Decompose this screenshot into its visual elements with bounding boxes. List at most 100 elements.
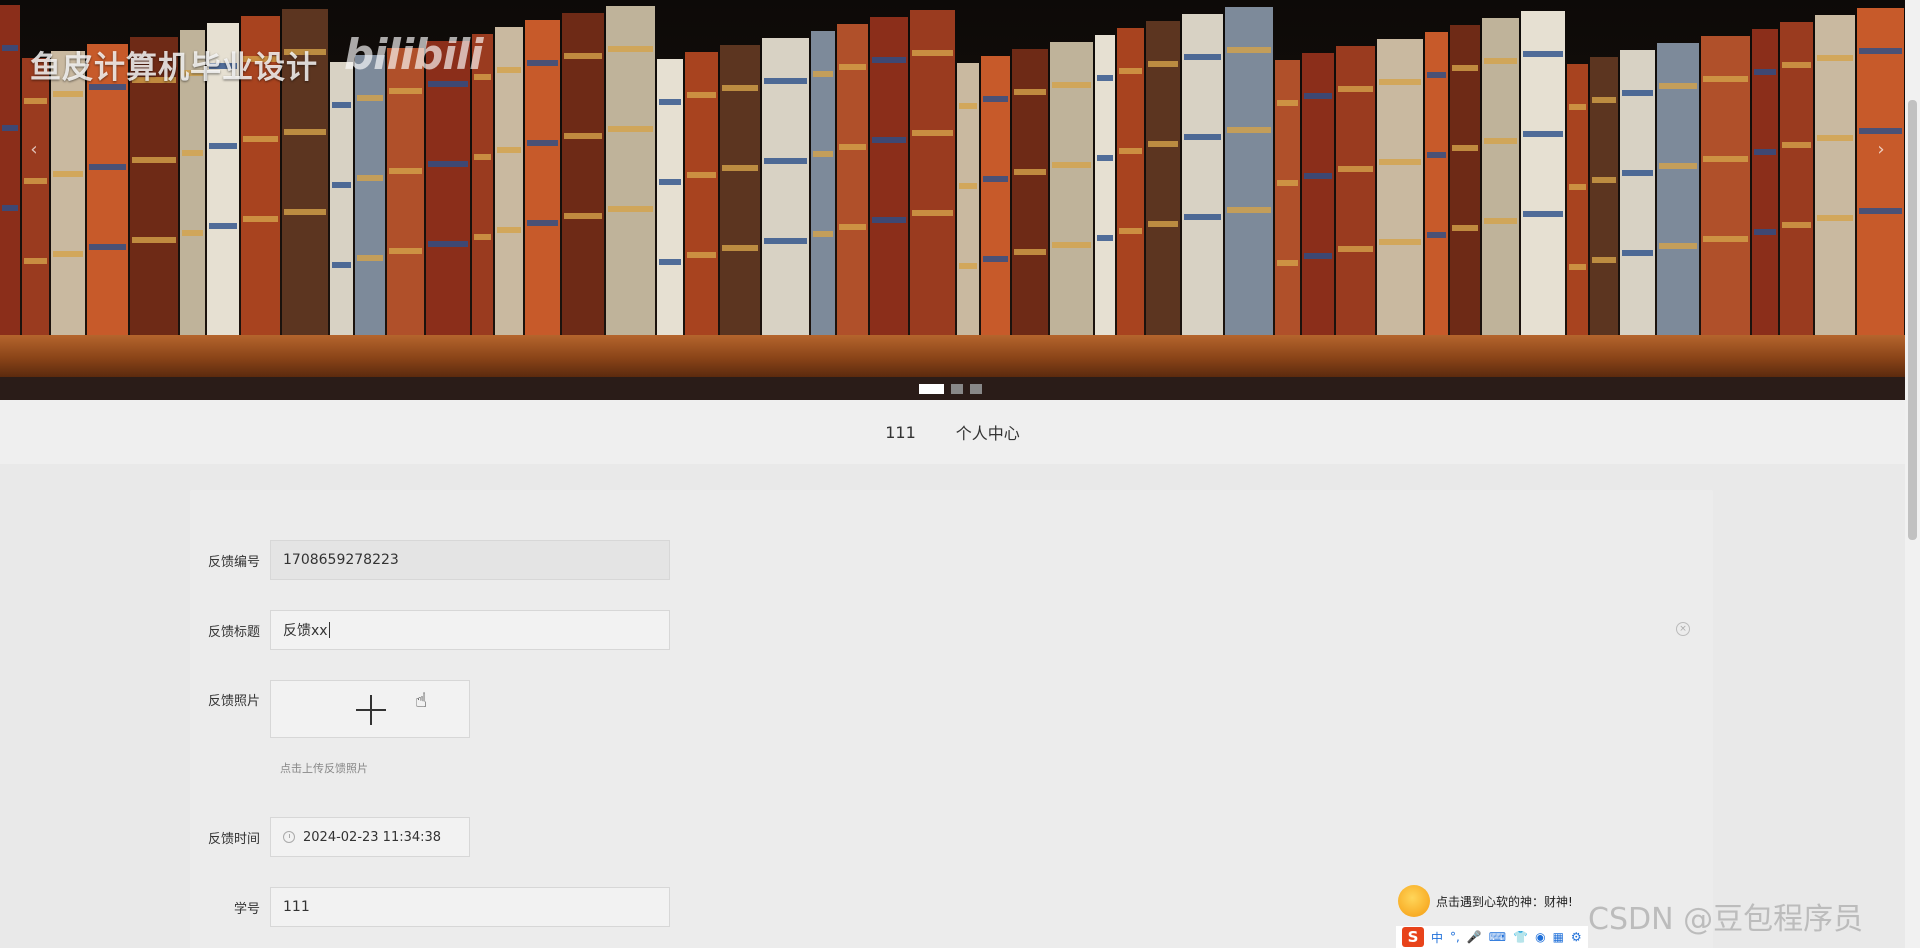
book-band — [1592, 97, 1616, 103]
feedback-id-row: 反馈编号 1708659278223 — [190, 540, 670, 580]
ime-punctuation-icon[interactable]: °, — [1450, 930, 1460, 944]
book-band — [1148, 61, 1178, 67]
bilibili-logo: bilibili — [344, 30, 484, 79]
feedback-title-input[interactable]: 反馈xx — [270, 610, 670, 650]
book-band — [182, 230, 203, 236]
book-band — [1379, 159, 1421, 165]
book-band — [24, 98, 47, 104]
book-band — [1703, 156, 1748, 162]
book-spine — [1780, 22, 1813, 335]
ime-chinese-mode-icon[interactable]: 中 — [1431, 929, 1443, 946]
ime-voice-icon[interactable]: 🎤 — [1467, 930, 1482, 944]
book-band — [1338, 246, 1373, 252]
book-band — [1379, 239, 1421, 245]
nav-item-111[interactable]: 111 — [885, 423, 916, 442]
book-band — [1052, 82, 1091, 88]
carousel-prev-arrow-icon[interactable]: ‹ — [24, 140, 44, 160]
book-band — [2, 205, 18, 211]
book-band — [839, 144, 866, 150]
book-band — [839, 224, 866, 230]
book-band — [764, 238, 807, 244]
book-band — [2, 45, 18, 51]
book-band — [1427, 72, 1446, 78]
student-id-input[interactable]: 111 — [270, 887, 670, 927]
book-band — [284, 129, 326, 135]
book-spine — [1815, 15, 1855, 335]
ime-toolbox-icon[interactable]: ▦ — [1553, 930, 1564, 944]
book-band — [332, 182, 351, 188]
book-band — [389, 88, 422, 94]
book-spine — [0, 5, 20, 335]
ime-skin-icon[interactable]: 👕 — [1513, 930, 1528, 944]
book-band — [1014, 89, 1046, 95]
book-band — [608, 46, 653, 52]
book-band — [53, 171, 83, 177]
book-spine — [525, 20, 560, 335]
book-band — [182, 150, 203, 156]
sun-icon — [1398, 885, 1430, 917]
book-band — [428, 81, 468, 87]
book-band — [53, 251, 83, 257]
book-band — [243, 216, 278, 222]
book-band — [132, 237, 176, 243]
scrollbar-thumb[interactable] — [1908, 100, 1917, 540]
book-band — [1184, 134, 1221, 140]
top-nav: 111 个人中心 — [0, 400, 1905, 464]
ime-keyboard-icon[interactable]: ⌨ — [1489, 930, 1506, 944]
book-band — [959, 183, 977, 189]
book-band — [959, 263, 977, 269]
book-band — [1338, 86, 1373, 92]
book-band — [1622, 250, 1653, 256]
book-band — [1052, 242, 1091, 248]
book-band — [687, 92, 716, 98]
book-band — [959, 103, 977, 109]
ime-settings-icon[interactable]: ⚙ — [1571, 930, 1582, 944]
book-band — [1484, 58, 1517, 64]
student-id-label: 学号 — [233, 901, 260, 917]
book-band — [209, 223, 237, 229]
book-band — [24, 178, 47, 184]
feedback-photo-label: 反馈照片 — [207, 694, 260, 709]
book-band — [813, 151, 833, 157]
book-spine — [495, 27, 523, 335]
book-band — [24, 258, 47, 264]
book-band — [813, 231, 833, 237]
feedback-time-picker[interactable]: 2024-02-23 11:34:38 — [270, 817, 470, 857]
clear-icon[interactable]: × — [1676, 622, 1690, 636]
book-band — [497, 147, 521, 153]
feedback-form-card: 反馈编号 1708659278223 反馈标题 反馈xx 反馈照片 点击上传反馈… — [190, 490, 1713, 948]
carousel-next-arrow-icon[interactable]: › — [1871, 140, 1891, 160]
book-spine — [870, 17, 908, 335]
sogou-logo-icon[interactable]: S — [1402, 927, 1424, 947]
carousel-dot-2[interactable] — [951, 384, 963, 394]
page-scrollbar[interactable] — [1905, 0, 1920, 948]
book-band — [1277, 180, 1298, 186]
book-spine — [837, 24, 868, 335]
banner-carousel: 鱼皮计算机毕业设计 bilibili ‹ › — [0, 0, 1905, 400]
photo-upload-hint: 点击上传反馈照片 — [280, 762, 368, 775]
carousel-dot-3[interactable] — [970, 384, 982, 394]
carousel-dot-1[interactable] — [919, 384, 944, 394]
book-band — [1452, 225, 1478, 231]
nav-item-personal-center[interactable]: 个人中心 — [956, 420, 1020, 444]
book-band — [1227, 127, 1271, 133]
book-band — [608, 126, 653, 132]
book-band — [1782, 142, 1811, 148]
book-spine — [1482, 18, 1519, 335]
book-band — [1659, 163, 1697, 169]
book-band — [912, 210, 953, 216]
book-band — [659, 99, 681, 105]
book-band — [687, 172, 716, 178]
book-spine — [1182, 14, 1223, 335]
feedback-time-row: 反馈时间 2024-02-23 11:34:38 — [190, 817, 470, 857]
student-id-value: 111 — [283, 899, 310, 915]
banner-watermark-title: 鱼皮计算机毕业设计 — [30, 50, 318, 86]
ime-emoji-icon[interactable]: ◉ — [1535, 930, 1545, 944]
ime-tip-bubble[interactable]: 点击遇到心软的神：财神! — [1398, 882, 1573, 920]
photo-upload-button[interactable] — [270, 680, 470, 738]
book-spine — [910, 10, 955, 335]
book-band — [1119, 148, 1142, 154]
book-band — [332, 262, 351, 268]
book-band — [1754, 69, 1776, 75]
feedback-title-row: 反馈标题 反馈xx — [190, 610, 670, 650]
